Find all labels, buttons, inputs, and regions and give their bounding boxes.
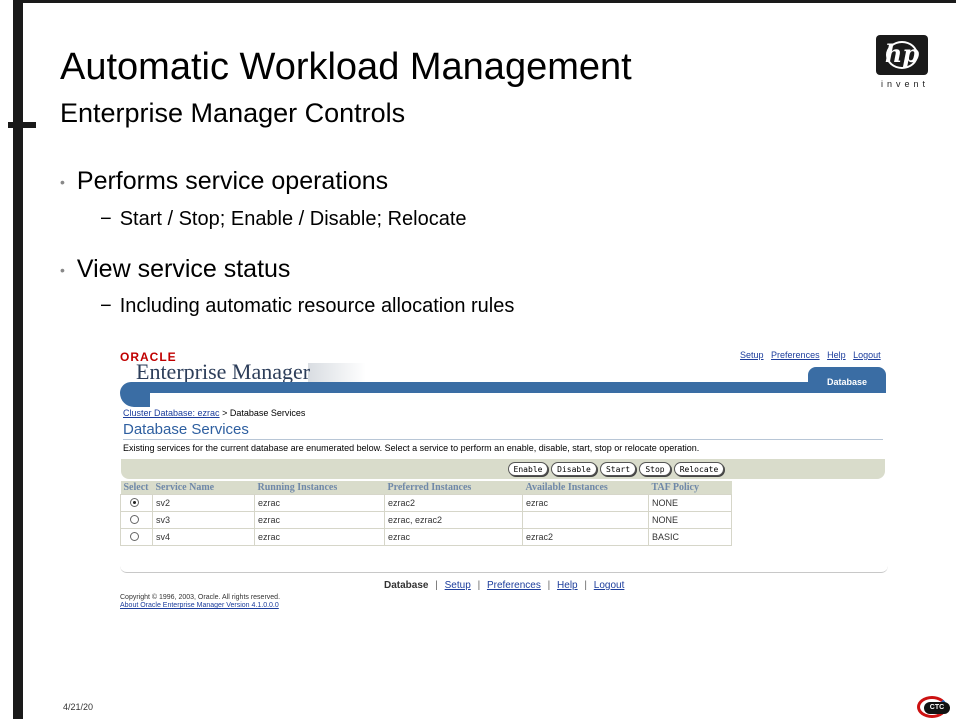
- column-header-running-instances: Running Instances: [254, 481, 385, 495]
- taf-policy-cell: BASIC: [648, 528, 732, 546]
- table-header-row: Select Service Name Running Instances Pr…: [120, 481, 732, 495]
- copyright-text: Copyright © 1996, 2003, Oracle. All righ…: [120, 594, 281, 601]
- page-title: Database Services: [123, 421, 249, 438]
- hp-logo: hp invent: [866, 35, 942, 93]
- bullet-dot: •: [60, 262, 65, 279]
- relocate-button[interactable]: Relocate: [674, 462, 724, 476]
- select-cell: [120, 511, 153, 529]
- table-row: sv3 ezrac ezrac, ezrac2 NONE: [120, 511, 732, 529]
- top-link-logout[interactable]: Logout: [853, 350, 881, 360]
- bullet-1: • Performs service operations: [60, 166, 388, 197]
- slide-frame-top: [13, 0, 956, 3]
- service-name-cell: sv4: [152, 528, 255, 546]
- footer-separator: |: [477, 580, 481, 591]
- start-button[interactable]: Start: [600, 462, 636, 476]
- table-row: sv2 ezrac ezrac2 ezrac NONE: [120, 494, 732, 512]
- column-header-preferred-instances: Preferred Instances: [384, 481, 523, 495]
- breadcrumb-current: Database Services: [229, 408, 306, 418]
- stop-button[interactable]: Stop: [639, 462, 671, 476]
- footer-link-preferences[interactable]: Preferences: [487, 580, 541, 591]
- slide-frame-left: [13, 0, 23, 719]
- select-cell: [120, 528, 153, 546]
- available-instances-cell: ezrac2: [522, 528, 649, 546]
- em-title-fade: [308, 363, 366, 383]
- sub-bullet-dash: −: [100, 295, 112, 317]
- footer-separator: |: [547, 580, 551, 591]
- service-name-cell: sv2: [152, 494, 255, 512]
- footer-link-setup[interactable]: Setup: [445, 580, 471, 591]
- breadcrumb-separator: >: [222, 408, 228, 418]
- select-radio[interactable]: [130, 497, 139, 507]
- sub-bullet-2: − Including automatic resource allocation…: [100, 294, 514, 318]
- bullet-2-text: View service status: [76, 255, 291, 283]
- footer-separator: |: [435, 580, 438, 591]
- footer-link-database: Database: [384, 580, 429, 591]
- heading-rule: [123, 439, 883, 440]
- bullet-2: • View service status: [60, 254, 290, 285]
- running-instances-cell: ezrac: [254, 528, 385, 546]
- taf-policy-cell: NONE: [648, 511, 732, 529]
- running-instances-cell: ezrac: [254, 494, 385, 512]
- service-name-cell: sv3: [152, 511, 255, 529]
- bullet-dot: •: [60, 174, 65, 191]
- preferred-instances-cell: ezrac2: [384, 494, 523, 512]
- top-link-preferences[interactable]: Preferences: [771, 350, 820, 360]
- slide-date: 4/21/20: [63, 702, 94, 712]
- select-radio[interactable]: [130, 514, 139, 524]
- enterprise-manager-screenshot: ORACLE Enterprise Manager Setup Preferen…: [108, 345, 888, 710]
- sub-bullet-1: − Start / Stop; Enable / Disable; Relocat…: [100, 207, 467, 231]
- column-header-service-name: Service Name: [152, 481, 255, 495]
- slide-title: Automatic Workload Management: [60, 46, 632, 88]
- footer-separator: |: [584, 580, 588, 591]
- sub-bullet-dash: −: [100, 208, 112, 230]
- column-header-available-instances: Available Instances: [522, 481, 649, 495]
- hp-logo-tagline: invent: [880, 79, 930, 89]
- top-link-help[interactable]: Help: [827, 350, 846, 360]
- footer-links: Database | Setup | Preferences | Help | …: [384, 580, 624, 591]
- taf-policy-cell: NONE: [648, 494, 732, 512]
- page-description: Existing services for the current databa…: [123, 443, 700, 453]
- slide-frame-notch: [8, 122, 36, 128]
- disable-button[interactable]: Disable: [551, 462, 597, 476]
- ctc-logo: CTC: [917, 696, 953, 719]
- column-header-taf-policy: TAF Policy: [648, 481, 732, 495]
- select-radio[interactable]: [130, 531, 139, 541]
- footer-link-logout[interactable]: Logout: [594, 580, 625, 591]
- select-cell: [120, 494, 153, 512]
- ctc-logo-text: CTC: [924, 702, 950, 714]
- breadcrumb: Cluster Database: ezrac > Database Servi…: [123, 408, 305, 418]
- enable-button[interactable]: Enable: [508, 462, 548, 476]
- sub-bullet-1-text: Start / Stop; Enable / Disable; Relocate: [119, 208, 467, 230]
- about-link[interactable]: About Oracle Enterprise Manager Version …: [120, 602, 279, 609]
- sub-bullet-2-text: Including automatic resource allocation …: [119, 295, 515, 317]
- header-band-curve: [120, 393, 150, 407]
- breadcrumb-cluster-link[interactable]: Cluster Database: ezrac: [123, 408, 220, 418]
- table-row: sv4 ezrac ezrac ezrac2 BASIC: [120, 528, 732, 546]
- action-bar: [121, 459, 885, 479]
- tab-database[interactable]: Database: [808, 367, 886, 393]
- preferred-instances-cell: ezrac: [384, 528, 523, 546]
- header-band: [120, 382, 884, 393]
- available-instances-cell: [522, 511, 649, 529]
- footer-rule: [120, 566, 888, 573]
- running-instances-cell: ezrac: [254, 511, 385, 529]
- top-global-links: Setup Preferences Help Logout: [735, 350, 881, 360]
- available-instances-cell: ezrac: [522, 494, 649, 512]
- slide-subtitle: Enterprise Manager Controls: [60, 98, 406, 128]
- services-table: Select Service Name Running Instances Pr…: [120, 481, 732, 546]
- preferred-instances-cell: ezrac, ezrac2: [384, 511, 523, 529]
- bullet-1-text: Performs service operations: [76, 167, 389, 195]
- top-link-setup[interactable]: Setup: [740, 350, 764, 360]
- hp-logo-mark: hp: [876, 35, 928, 75]
- footer-link-help[interactable]: Help: [557, 580, 578, 591]
- column-header-select: Select: [120, 481, 153, 495]
